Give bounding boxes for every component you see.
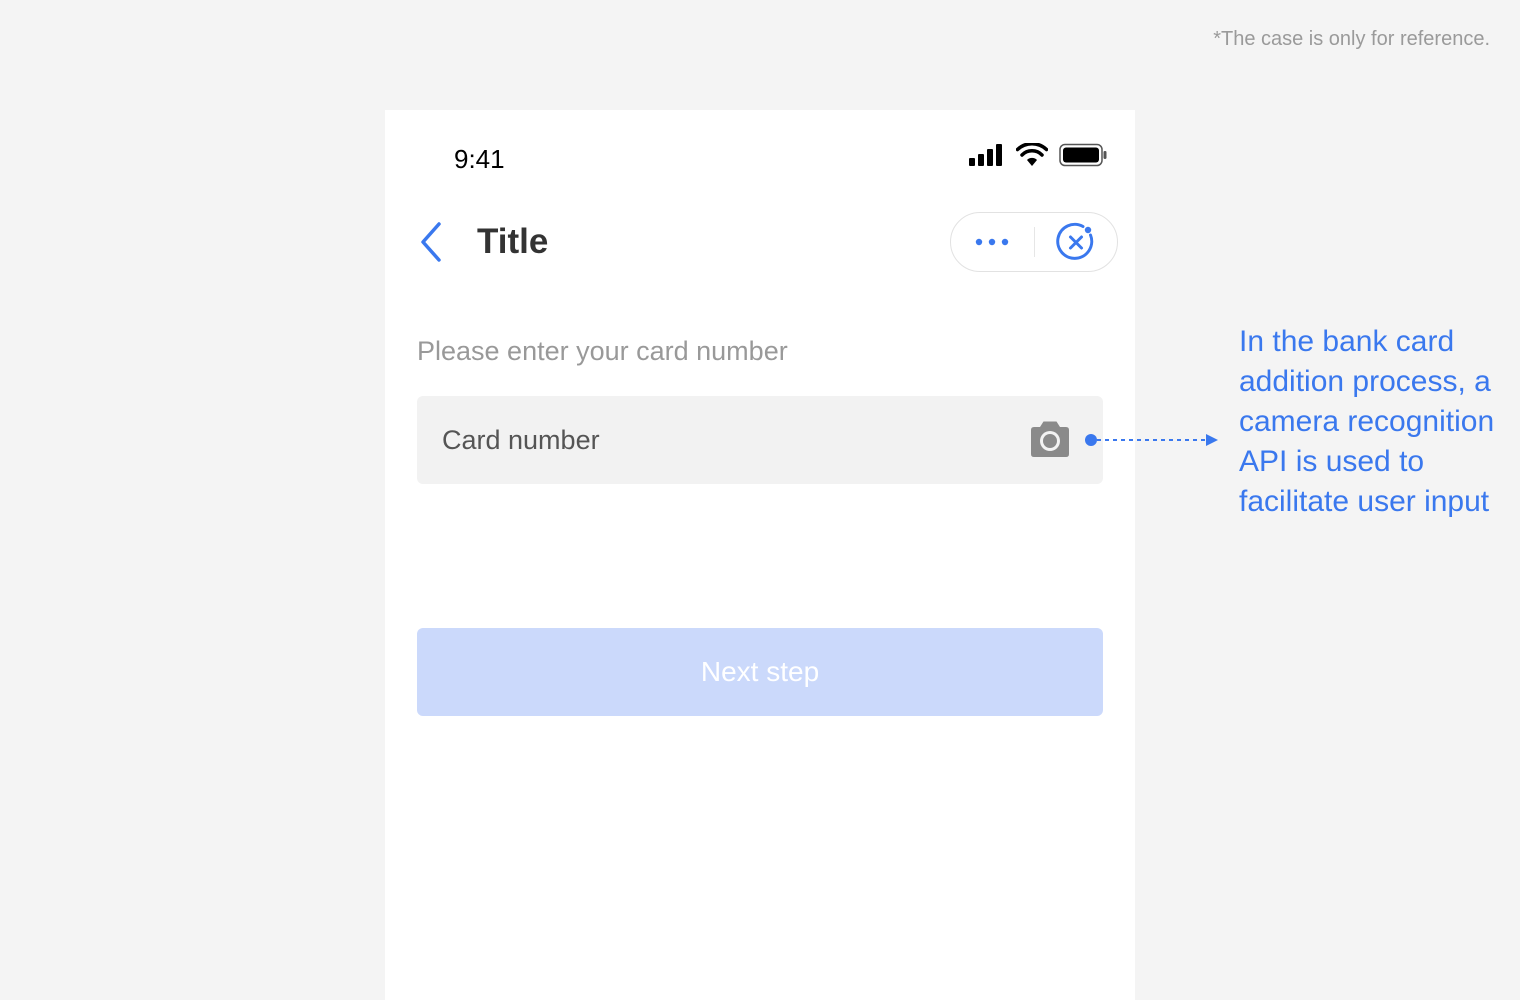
phone-screen: 9:41 Title Please enter your card number… [385, 110, 1135, 1000]
more-dots-icon [976, 238, 1009, 246]
next-step-button[interactable]: Next step [417, 628, 1103, 716]
capsule-menu [950, 212, 1118, 272]
card-number-field [417, 396, 1103, 484]
camera-icon[interactable] [1028, 419, 1072, 459]
card-number-prompt: Please enter your card number [417, 336, 788, 366]
status-icons [969, 143, 1107, 167]
wifi-icon [1016, 143, 1048, 166]
back-chevron-icon[interactable] [415, 222, 447, 262]
annotation-connector [1085, 434, 1218, 446]
signal-icon [969, 144, 1002, 166]
close-button[interactable] [1035, 213, 1118, 271]
battery-icon [1059, 143, 1107, 167]
disclaimer-text: *The case is only for reference. [1213, 28, 1490, 50]
more-button[interactable] [951, 213, 1034, 271]
page-title: Title [477, 222, 549, 261]
card-number-input[interactable] [442, 396, 1002, 484]
annotation-text: In the bank card addition process, a cam… [1239, 325, 1495, 518]
status-time: 9:41 [454, 144, 505, 174]
close-circle-icon [1056, 222, 1093, 260]
